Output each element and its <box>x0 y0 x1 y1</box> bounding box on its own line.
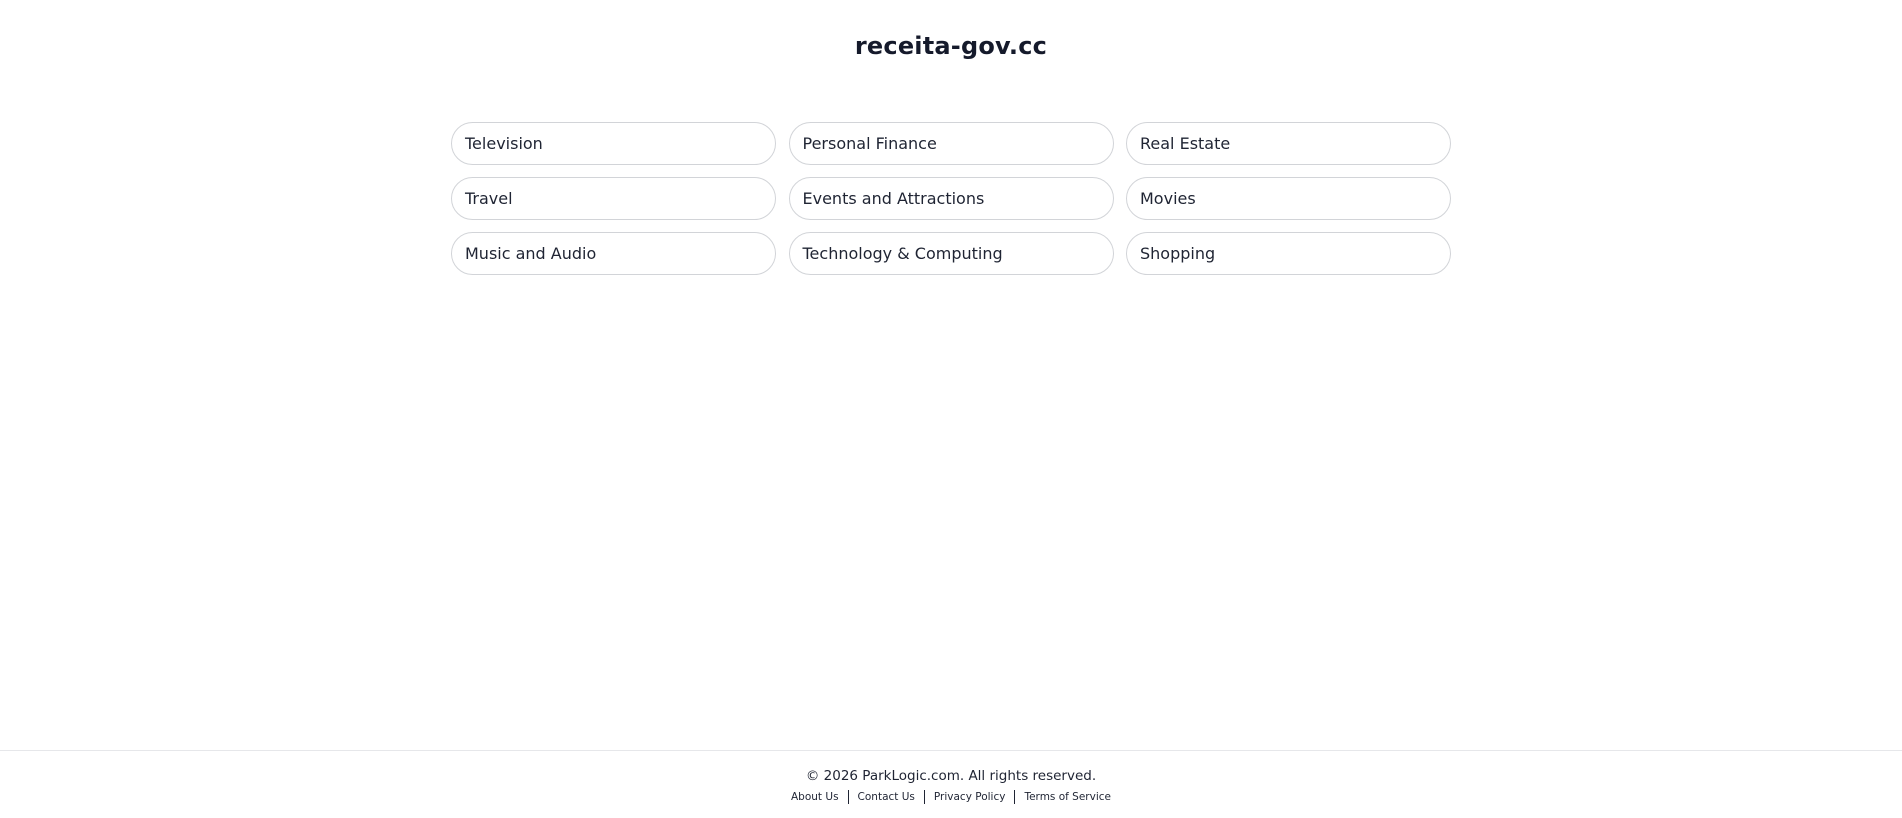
category-link-real-estate[interactable]: Real Estate <box>1126 122 1451 165</box>
footer-link-privacy-policy[interactable]: Privacy Policy <box>934 791 1006 803</box>
site-title: receita-gov.cc <box>854 32 1048 60</box>
parked-domain-page: receita-gov.cc Television Personal Finan… <box>0 0 1902 818</box>
category-link-shopping[interactable]: Shopping <box>1126 232 1451 275</box>
footer: © 2026 ParkLogic.com. All rights reserve… <box>0 750 1902 818</box>
footer-links: About Us Contact Us Privacy Policy Terms… <box>0 790 1902 804</box>
category-link-television[interactable]: Television <box>451 122 776 165</box>
category-link-personal-finance[interactable]: Personal Finance <box>788 122 1114 165</box>
category-link-movies[interactable]: Movies <box>1126 177 1451 220</box>
copyright-text: © 2026 ParkLogic.com. All rights reserve… <box>805 768 1097 784</box>
category-link-technology-computing[interactable]: Technology & Computing <box>788 232 1114 275</box>
category-link-events-and-attractions[interactable]: Events and Attractions <box>788 177 1114 220</box>
footer-divider <box>847 790 849 804</box>
category-link-travel[interactable]: Travel <box>451 177 776 220</box>
category-grid: Television Personal Finance Real Estate … <box>451 122 1451 275</box>
footer-divider <box>1014 790 1016 804</box>
footer-link-terms-of-service[interactable]: Terms of Service <box>1024 791 1111 803</box>
footer-divider <box>923 790 925 804</box>
footer-link-about-us[interactable]: About Us <box>791 791 839 803</box>
category-link-music-and-audio[interactable]: Music and Audio <box>451 232 776 275</box>
footer-link-contact-us[interactable]: Contact Us <box>858 791 915 803</box>
